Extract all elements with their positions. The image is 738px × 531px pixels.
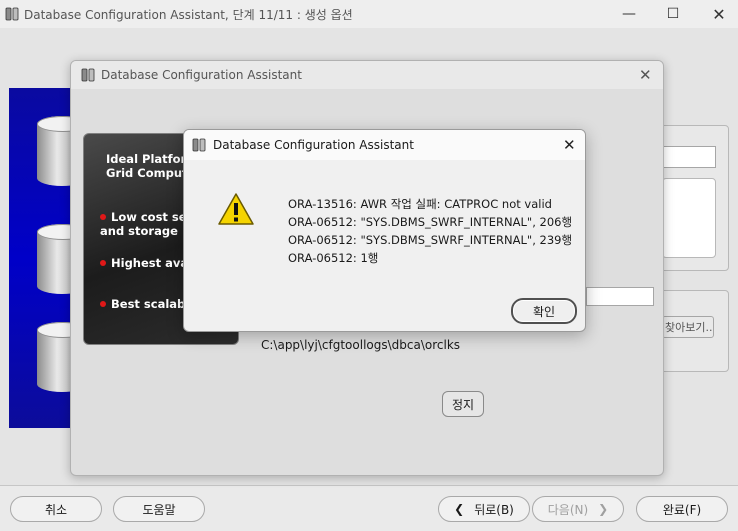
close-icon: ✕ [712,4,726,24]
error-message-line: ORA-13516: AWR 작업 실패: CATPROC not valid [288,197,552,211]
close-icon[interactable]: ✕ [563,136,576,154]
database-cylinder-icon [37,116,71,186]
maximize-icon: ☐ [666,6,680,22]
error-message-line: ORA-06512: 1행 [288,251,379,265]
error-dialog: Database Configuration Assistant ✕ ORA-1… [183,129,586,332]
database-icon [5,7,19,21]
main-titlebar: Database Configuration Assistant, 단계 11/… [0,0,738,28]
progress-dialog-title: Database Configuration Assistant [101,68,302,82]
bullet-dot-icon [100,300,106,307]
options-list[interactable] [662,178,716,258]
bullet-dot-icon [100,259,106,266]
close-button[interactable]: ✕ [696,0,738,28]
error-dialog-titlebar: Database Configuration Assistant ✕ [184,130,585,160]
database-cylinder-icon [37,322,71,392]
back-button[interactable]: ❮ 뒤로(B) [438,496,530,522]
cancel-button[interactable]: 취소 [10,496,102,522]
next-button[interactable]: 다음(N) ❯ [532,496,624,522]
warning-icon [218,193,254,225]
bullet-dot-icon [100,213,106,220]
minimize-icon: — [622,6,636,22]
name-field[interactable] [660,146,716,168]
stop-button[interactable]: 정지 [442,391,484,417]
minimize-button[interactable]: — [606,0,652,28]
database-icon [192,138,206,152]
database-icon [81,68,95,82]
progress-field [586,287,654,306]
wizard-footer: 취소 도움말 ❮ 뒤로(B) 다음(N) ❯ 완료(F) [0,485,738,531]
error-message-line: ORA-06512: "SYS.DBMS_SWRF_INTERNAL", 239… [288,233,573,247]
error-message-line: ORA-06512: "SYS.DBMS_SWRF_INTERNAL", 206… [288,215,573,229]
ok-button[interactable]: 확인 [511,298,577,324]
close-icon[interactable]: ✕ [639,66,652,84]
window-title: Database Configuration Assistant, 단계 11/… [24,8,353,22]
database-cylinder-icon [37,224,71,294]
finish-button[interactable]: 완료(F) [636,496,728,522]
chevron-left-icon: ❮ [454,502,465,516]
chevron-right-icon: ❯ [598,502,609,516]
error-dialog-title: Database Configuration Assistant [213,138,414,152]
progress-dialog-titlebar: Database Configuration Assistant ✕ [71,61,663,89]
log-path: C:\app\lyj\cfgtoollogs\dbca\orclks [261,338,461,352]
browse-button[interactable]: 찾아보기... [662,316,714,338]
wizard-banner-image [9,88,71,428]
maximize-button[interactable]: ☐ [650,0,696,28]
help-button[interactable]: 도움말 [113,496,205,522]
